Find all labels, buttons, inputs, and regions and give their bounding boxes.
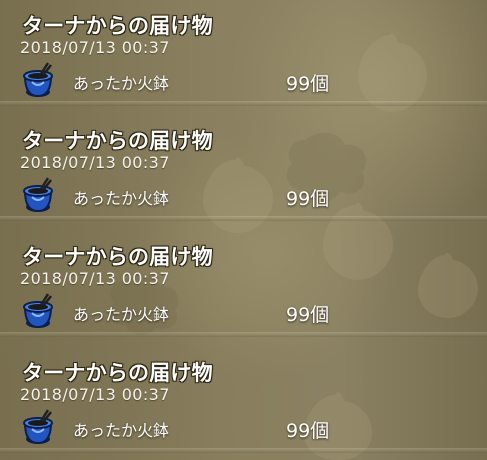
- brazier-pot-icon: [23, 62, 53, 98]
- item-name: あったか火鉢: [73, 421, 170, 440]
- brazier-pot-icon: [23, 293, 53, 329]
- item-name: あったか火鉢: [73, 305, 170, 324]
- item-quantity: 99個: [286, 304, 330, 326]
- message-date: 2018/07/13 00:37: [20, 269, 170, 288]
- item-quantity: 99個: [286, 73, 330, 95]
- delivery-message-card[interactable]: ターナからの届け物 2018/07/13 00:37 あったか火鉢 99個: [0, 0, 487, 106]
- delivery-message-card[interactable]: ターナからの届け物 2018/07/13 00:37 あったか火鉢 99個: [0, 347, 487, 453]
- message-title: ターナからの届け物: [22, 361, 213, 385]
- brazier-pot-icon: [23, 409, 53, 445]
- item-name: あったか火鉢: [73, 74, 170, 93]
- delivery-message-card[interactable]: ターナからの届け物 2018/07/13 00:37 あったか火鉢 99個: [0, 231, 487, 337]
- message-date: 2018/07/13 00:37: [20, 385, 170, 404]
- item-quantity: 99個: [286, 188, 330, 210]
- item-name: あったか火鉢: [73, 189, 170, 208]
- delivery-message-card[interactable]: ターナからの届け物 2018/07/13 00:37 あったか火鉢 99個: [0, 115, 487, 221]
- brazier-pot-icon: [23, 177, 53, 213]
- message-title: ターナからの届け物: [22, 14, 213, 38]
- message-title: ターナからの届け物: [22, 129, 213, 153]
- delivery-list: ターナからの届け物 2018/07/13 00:37 あったか火鉢 99個 ター…: [0, 0, 487, 460]
- message-title: ターナからの届け物: [22, 245, 213, 269]
- message-date: 2018/07/13 00:37: [20, 153, 170, 172]
- item-quantity: 99個: [286, 420, 330, 442]
- message-date: 2018/07/13 00:37: [20, 38, 170, 57]
